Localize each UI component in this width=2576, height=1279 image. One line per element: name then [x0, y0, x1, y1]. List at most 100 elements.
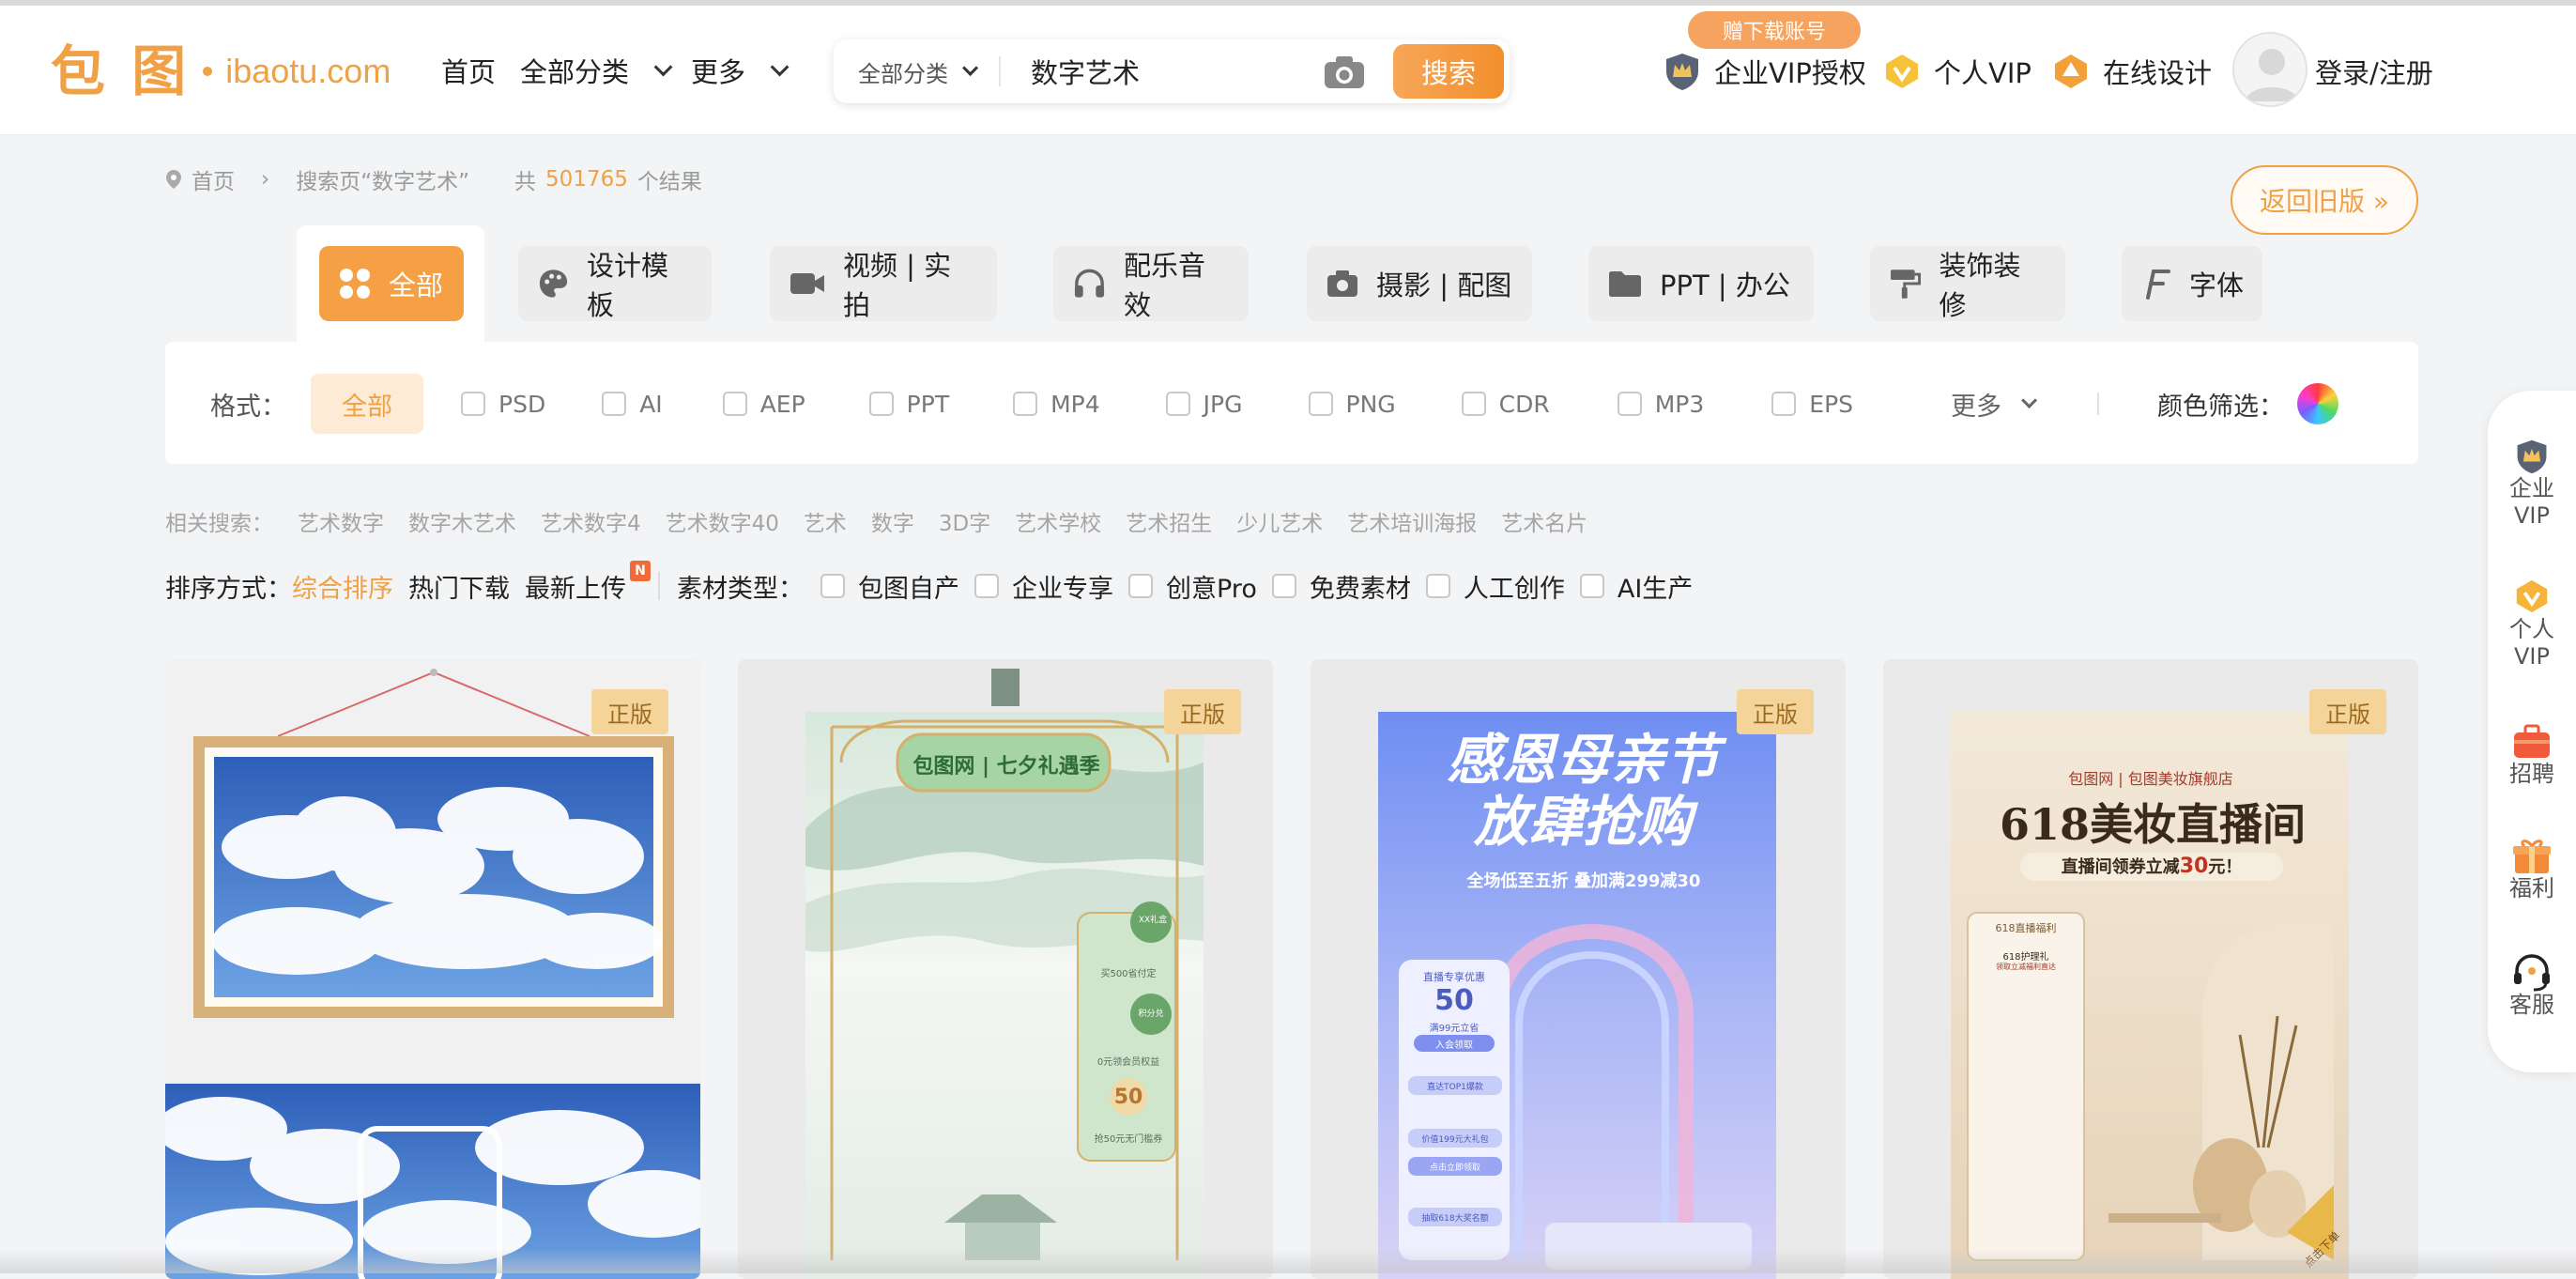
tab-fonts[interactable]: 字体 — [2122, 246, 2262, 321]
enterprise-vip-link[interactable]: 企业VIP授权 — [1662, 47, 1866, 96]
related-item[interactable]: 数字木艺术 — [408, 505, 516, 537]
tab-music[interactable]: 配乐音效 — [1053, 246, 1249, 321]
sidebar-enterprise-vip[interactable]: 企业 VIP — [2488, 438, 2576, 530]
breadcrumb-home[interactable]: 首页 — [192, 163, 235, 195]
type-human-checkbox[interactable]: 人工创作 — [1425, 568, 1565, 605]
licensed-badge: 正版 — [1164, 689, 1241, 734]
personal-vip-link[interactable]: 个人VIP — [1881, 47, 2032, 96]
poster-panel-sub: 满99元立省 — [1429, 1024, 1480, 1034]
type-free-checkbox[interactable]: 免费素材 — [1271, 568, 1411, 605]
format-psd-checkbox[interactable]: PSD — [461, 391, 545, 418]
search-button[interactable]: 搜索 — [1393, 44, 1504, 99]
search-category-select[interactable]: 全部分类 — [858, 39, 979, 103]
vip-badge-icon — [2516, 579, 2548, 613]
crown-shield-icon — [1666, 54, 1698, 90]
result-card[interactable]: 正版 — [165, 659, 700, 1279]
tab-decoration[interactable]: 装饰装修 — [1870, 246, 2065, 321]
nav-more[interactable]: 更多 — [691, 47, 790, 94]
new-tag: N — [630, 561, 651, 581]
type-label: 人工创作 — [1463, 574, 1565, 604]
return-old-version-button[interactable]: 返回旧版 » — [2231, 165, 2418, 235]
related-item[interactable]: 少儿艺术 — [1236, 505, 1323, 537]
tab-photo[interactable]: 摄影 | 配图 — [1307, 246, 1532, 321]
licensed-badge: 正版 — [591, 689, 668, 734]
format-cdr-checkbox[interactable]: CDR — [1461, 390, 1550, 418]
sort-newest[interactable]: 最新上传 — [525, 568, 626, 605]
poster-price: 50 — [1110, 1078, 1147, 1116]
poster-list-head: 618护理礼 — [2002, 952, 2049, 963]
sidebar-enterprise-vip-label: 企业 VIP — [2509, 475, 2554, 529]
login-register-link[interactable]: 登录/注册 — [2315, 47, 2433, 96]
related-item[interactable]: 艺术 — [804, 505, 847, 537]
folder-icon — [1609, 271, 1641, 297]
type-ai-checkbox[interactable]: AI生产 — [1579, 568, 1693, 605]
checkbox — [722, 392, 747, 416]
format-ai-label: AI — [639, 390, 663, 418]
poster-brand: 包图网 | 七夕礼遇季 — [912, 755, 1100, 778]
cloud-painting-image — [165, 659, 700, 1279]
format-mp3-label: MP3 — [1654, 390, 1705, 418]
type-enterprise-checkbox[interactable]: 企业专享 — [974, 568, 1113, 605]
chevron-down-icon — [2021, 392, 2038, 408]
sidebar-personal-vip[interactable]: 个人 VIP — [2488, 577, 2576, 670]
site-logo[interactable]: 包 图 ibaotu.com — [51, 41, 391, 101]
online-design-icon — [2055, 54, 2087, 88]
type-label: 创意Pro — [1166, 574, 1257, 604]
poster-list-title: 618直播福利 — [1995, 922, 2057, 934]
checkbox — [602, 392, 627, 416]
tab-all[interactable]: 全部 — [319, 246, 464, 321]
format-ai-checkbox[interactable]: AI — [602, 390, 663, 418]
sidebar-jobs[interactable]: 招聘 — [2488, 723, 2576, 788]
sort-hot-downloads[interactable]: 热门下载 — [408, 568, 510, 605]
result-card[interactable]: 包图网 | 包图美妆旗舰店 618美妆直播间 直播间领券立减30元！ 618直播… — [1883, 659, 2418, 1279]
format-label: 格式： — [210, 392, 286, 422]
result-card[interactable]: 包图网 | 七夕礼遇季 XX礼盒 买500省付定 积分兑 0元领会员权益 50 … — [738, 659, 1273, 1279]
nav-home[interactable]: 首页 — [441, 47, 496, 94]
format-ppt-checkbox[interactable]: PPT — [868, 391, 949, 418]
format-more-button[interactable]: 更多 — [1951, 386, 2038, 423]
related-item[interactable]: 艺术数字 — [298, 505, 384, 537]
promo-badge[interactable]: 赠下载账号 — [1688, 11, 1861, 49]
sidebar-customer-service[interactable]: 客服 — [2488, 952, 2576, 1019]
related-item[interactable]: 艺术招生 — [1126, 505, 1212, 537]
tab-video[interactable]: 视频 | 实拍 — [770, 246, 997, 321]
online-design-link[interactable]: 在线设计 — [2050, 47, 2212, 96]
format-png-checkbox[interactable]: PNG — [1308, 391, 1396, 418]
type-creative-pro-checkbox[interactable]: 创意Pro — [1128, 568, 1257, 605]
nav-all-categories[interactable]: 全部分类 — [520, 47, 673, 94]
type-label: 包图自产 — [858, 574, 959, 604]
related-item[interactable]: 数字 — [871, 505, 914, 537]
related-item[interactable]: 3D字 — [939, 505, 990, 537]
checkbox — [974, 574, 999, 598]
result-card[interactable]: 感恩母亲节 放肆抢购 全场低至五折 叠加满299减30 直播专享优惠 50 满9… — [1311, 659, 1846, 1279]
format-eps-checkbox[interactable]: EPS — [1771, 391, 1853, 418]
format-cdr-label: CDR — [1498, 390, 1550, 418]
avatar[interactable] — [2232, 32, 2308, 107]
tab-ppt[interactable]: PPT | 办公 — [1588, 246, 1814, 321]
sidebar-benefits-label: 福利 — [2509, 875, 2554, 901]
tab-design-templates[interactable]: 设计模板 — [518, 246, 712, 321]
checkbox — [1425, 574, 1450, 598]
related-item[interactable]: 艺术数字4 — [541, 505, 641, 537]
sidebar-benefits[interactable]: 福利 — [2488, 838, 2576, 902]
gift-icon — [2513, 840, 2551, 873]
format-mp4-checkbox[interactable]: MP4 — [1013, 391, 1100, 418]
type-baotu-checkbox[interactable]: 包图自产 — [820, 568, 959, 605]
video-icon — [790, 273, 824, 294]
format-mp3-checkbox[interactable]: MP3 — [1617, 390, 1705, 418]
search-input[interactable] — [1029, 51, 1198, 92]
related-item[interactable]: 艺术名片 — [1501, 505, 1587, 537]
related-item[interactable]: 艺术培训海报 — [1347, 505, 1477, 537]
format-aep-checkbox[interactable]: AEP — [722, 391, 805, 418]
sort-comprehensive[interactable]: 综合排序 — [292, 568, 393, 605]
format-jpg-label: JPG — [1203, 390, 1243, 418]
poster-subtitle-post: 元！ — [2208, 857, 2243, 877]
format-filter-panel: 格式： 全部 PSD AI AEP PPT MP4 JPG PNG CDR MP… — [165, 342, 2418, 464]
color-wheel-icon[interactable] — [2297, 383, 2339, 424]
format-jpg-checkbox[interactable]: JPG — [1165, 390, 1243, 418]
related-item[interactable]: 艺术数字40 — [666, 505, 779, 537]
poster-panel-button: 入会领取 — [1414, 1035, 1495, 1052]
related-item[interactable]: 艺术学校 — [1015, 505, 1101, 537]
format-all-button[interactable]: 全部 — [311, 374, 423, 434]
camera-icon[interactable] — [1322, 54, 1367, 90]
